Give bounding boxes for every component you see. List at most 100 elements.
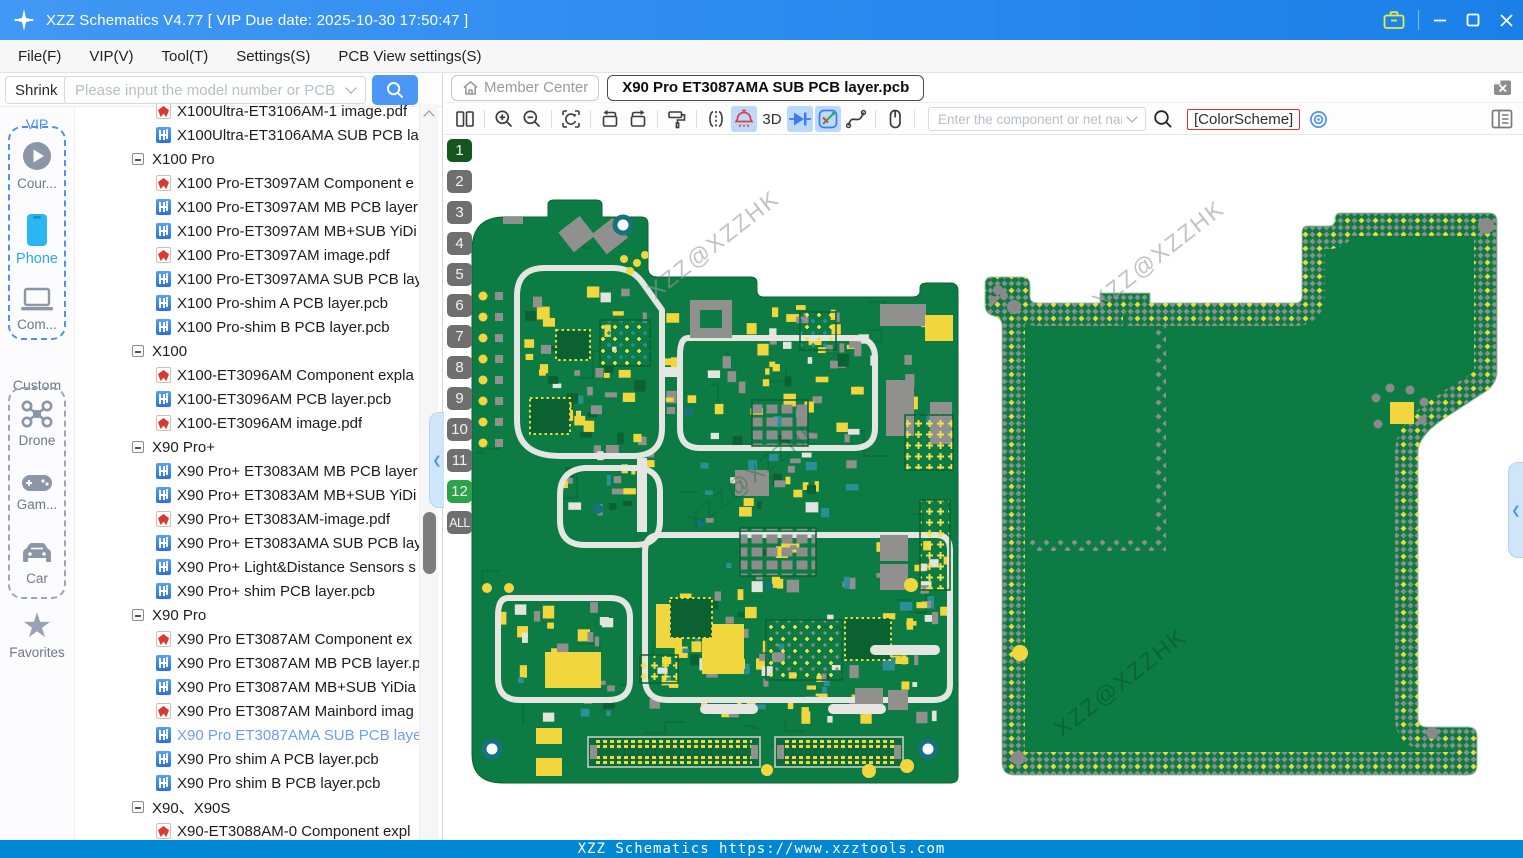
- maximize-button[interactable]: [1456, 0, 1490, 40]
- color-measure-icon[interactable]: [815, 106, 841, 132]
- zoom-in-icon[interactable]: [491, 106, 517, 132]
- layer-button-all[interactable]: ALL: [447, 511, 472, 534]
- tree-item[interactable]: X100 Pro-ET3097AM Component e: [75, 171, 419, 195]
- curve-measure-icon[interactable]: [843, 106, 869, 132]
- close-button[interactable]: [1489, 0, 1523, 40]
- sidebar-item-phone[interactable]: Phone: [0, 213, 74, 267]
- mirror-flip-icon[interactable]: [703, 106, 729, 132]
- colorscheme-button[interactable]: [ColorScheme]: [1187, 108, 1301, 130]
- tree-item[interactable]: X90 Pro ET3087AM Mainbord imag: [75, 699, 419, 723]
- shrink-button[interactable]: Shrink: [5, 76, 68, 104]
- layer-button-4[interactable]: 4: [447, 232, 472, 255]
- tree-item[interactable]: X100 Pro-shim B PCB layer.pcb: [75, 315, 419, 339]
- sidebar-item-car[interactable]: Car: [0, 541, 74, 586]
- menu-vip[interactable]: VIP(V): [75, 40, 147, 72]
- eye-visibility-icon[interactable]: [1308, 109, 1329, 130]
- tree-group[interactable]: X100: [75, 339, 419, 363]
- tree-item[interactable]: X100-ET3096AM image.pdf: [75, 411, 419, 435]
- component-search-combo[interactable]: [928, 107, 1146, 131]
- rotate-left-icon[interactable]: [597, 106, 623, 132]
- tree-item[interactable]: X100Ultra-ET3106AMA SUB PCB la: [75, 123, 419, 147]
- rotate-right-icon[interactable]: [625, 106, 651, 132]
- tree-item[interactable]: X90 Pro+ Light&Distance Sensors s: [75, 555, 419, 579]
- tree-item[interactable]: X90 Pro+ ET3083AM MB+SUB YiDi: [75, 483, 419, 507]
- panel-toggle-icon[interactable]: [1490, 108, 1514, 130]
- tree-item[interactable]: X100-ET3096AM Component expla: [75, 363, 419, 387]
- layer-button-10[interactable]: 10: [447, 418, 472, 441]
- layer-button-1[interactable]: 1: [447, 139, 472, 162]
- document-tab[interactable]: X90 Pro ET3087AMA SUB PCB layer.pcb: [607, 74, 925, 101]
- layer-button-6[interactable]: 6: [447, 294, 472, 317]
- split-view-icon[interactable]: [452, 106, 478, 132]
- tree-item[interactable]: X90 Pro+ shim PCB layer.pcb: [75, 579, 419, 603]
- lamp-off-icon[interactable]: [731, 106, 757, 132]
- tree-item[interactable]: X90 Pro+ ET3083AMA SUB PCB lay: [75, 531, 419, 555]
- scroll-up-icon[interactable]: [423, 110, 435, 122]
- tree-item[interactable]: X100 Pro-ET3097AMA SUB PCB lay: [75, 267, 419, 291]
- paint-roller-icon[interactable]: [664, 106, 690, 132]
- menu-tool[interactable]: Tool(T): [148, 40, 223, 72]
- tree-item[interactable]: X100Ultra-ET3106AM-1 image.pdf: [75, 104, 419, 123]
- sidebar-item-courses[interactable]: Cour...: [0, 140, 74, 191]
- layer-button-12[interactable]: 12: [447, 480, 472, 503]
- diode-mode-icon[interactable]: [787, 106, 813, 132]
- minimize-button[interactable]: [1423, 0, 1457, 40]
- collapse-toggle-icon[interactable]: [132, 801, 144, 813]
- layer-button-11[interactable]: 11: [447, 449, 472, 472]
- member-center-button[interactable]: Member Center: [451, 74, 600, 101]
- layer-button-5[interactable]: 5: [447, 263, 472, 286]
- tree-item[interactable]: X90 Pro ET3087AM Component ex: [75, 627, 419, 651]
- collapse-toggle-icon[interactable]: [132, 609, 144, 621]
- tree-item[interactable]: X100 Pro-ET3097AM MB+SUB YiDi: [75, 219, 419, 243]
- component-search-input[interactable]: [936, 110, 1124, 128]
- tree-item[interactable]: X90-ET3088AM-0 Component expl: [75, 819, 419, 840]
- component-search-go-icon[interactable]: [1150, 106, 1176, 132]
- chevron-down-icon[interactable]: [345, 82, 357, 94]
- vip-briefcase-icon[interactable]: [1377, 0, 1411, 40]
- tree-item[interactable]: X90 Pro+ ET3083AM-image.pdf: [75, 507, 419, 531]
- collapse-toggle-icon[interactable]: [132, 345, 144, 357]
- collapse-toggle-icon[interactable]: [132, 441, 144, 453]
- layer-button-7[interactable]: 7: [447, 325, 472, 348]
- tree-item-selected[interactable]: X90 Pro ET3087AMA SUB PCB laye: [75, 723, 419, 747]
- sidebar-item-games[interactable]: Gam...: [0, 473, 74, 512]
- layer-button-8[interactable]: 8: [447, 356, 472, 379]
- tree-group[interactable]: X90 Pro+: [75, 435, 419, 459]
- model-search-combo[interactable]: [64, 76, 366, 104]
- tree-group[interactable]: X90、X90S: [75, 795, 419, 819]
- collapse-right-panel-handle[interactable]: ❮: [1508, 462, 1523, 558]
- sidebar-item-computer[interactable]: Com...: [0, 287, 74, 332]
- tree-group[interactable]: X90 Pro: [75, 603, 419, 627]
- collapse-toggle-icon[interactable]: [132, 153, 144, 165]
- layer-button-9[interactable]: 9: [447, 387, 472, 410]
- menu-settings[interactable]: Settings(S): [222, 40, 324, 72]
- search-button[interactable]: [372, 75, 418, 105]
- mouse-icon[interactable]: [882, 106, 908, 132]
- tree-item[interactable]: X100 Pro-ET3097AM MB PCB layer: [75, 195, 419, 219]
- titlebar[interactable]: XZZ Schematics V4.77 [ VIP Due date: 202…: [0, 0, 1523, 40]
- tree-item[interactable]: X100 Pro-ET3097AM image.pdf: [75, 243, 419, 267]
- tree-item[interactable]: X90 Pro+ ET3083AM MB PCB layer: [75, 459, 419, 483]
- tree-item[interactable]: X100-ET3096AM PCB layer.pcb: [75, 387, 419, 411]
- tree-item[interactable]: X90 Pro shim A PCB layer.pcb: [75, 747, 419, 771]
- marquee-zoom-icon[interactable]: [558, 106, 584, 132]
- sidebar-item-favorites[interactable]: ★ Favorites: [0, 609, 74, 660]
- 3d-view-button[interactable]: 3D: [759, 106, 785, 132]
- layer-button-2[interactable]: 2: [447, 170, 472, 193]
- menu-pcb-view-settings[interactable]: PCB View settings(S): [324, 40, 495, 72]
- scrollbar-thumb[interactable]: [423, 512, 436, 574]
- layer-button-3[interactable]: 3: [447, 201, 472, 224]
- sidebar-item-drone[interactable]: Drone: [0, 399, 74, 448]
- tree-group[interactable]: X100 Pro: [75, 147, 419, 171]
- tree-item[interactable]: X90 Pro ET3087AM MB+SUB YiDia: [75, 675, 419, 699]
- tree-item[interactable]: X100 Pro-shim A PCB layer.pcb: [75, 291, 419, 315]
- tree-item[interactable]: X90 Pro ET3087AM MB PCB layer.p: [75, 651, 419, 675]
- menu-file[interactable]: File(F): [4, 40, 75, 72]
- chevron-down-icon[interactable]: [1126, 111, 1138, 123]
- collapse-left-panel-handle[interactable]: ❮: [429, 412, 444, 508]
- model-search-input[interactable]: [73, 80, 343, 100]
- tree-item[interactable]: X90 Pro shim B PCB layer.pcb: [75, 771, 419, 795]
- close-tabs-icon[interactable]: [1492, 78, 1513, 97]
- zoom-out-icon[interactable]: [519, 106, 545, 132]
- pcb-canvas[interactable]: XZZ@XZZHK XZZ@XZZHK XZZ@XZZHK XZZ@XZZHK: [444, 135, 1523, 840]
